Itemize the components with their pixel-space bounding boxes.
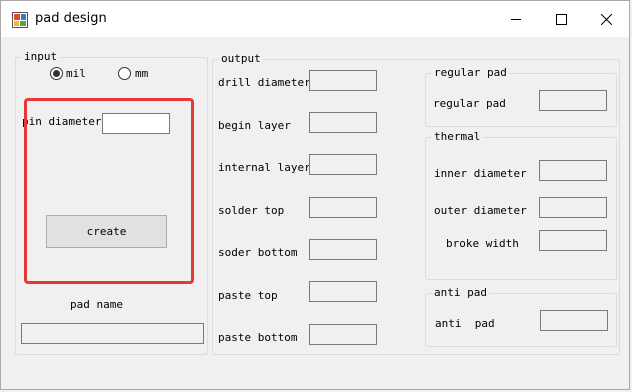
app-icon xyxy=(12,12,28,28)
solder-top-input[interactable] xyxy=(309,197,377,218)
begin-layer-input[interactable] xyxy=(309,112,377,133)
minimize-icon xyxy=(511,19,521,20)
maximize-button[interactable] xyxy=(538,1,584,37)
regular-pad-label: regular pad xyxy=(433,97,506,110)
soder-bottom-input[interactable] xyxy=(309,239,377,260)
thermal-group-label: thermal xyxy=(432,130,483,144)
internal-layer-label: internal layer xyxy=(218,161,311,174)
maximize-icon xyxy=(555,13,567,25)
broke-width-label: broke width xyxy=(446,237,519,250)
input-group-label: input xyxy=(22,50,60,64)
paste-top-label: paste top xyxy=(218,289,278,302)
close-button[interactable] xyxy=(583,1,629,37)
minimize-button[interactable] xyxy=(493,1,539,37)
title-bar: pad design xyxy=(1,1,629,37)
anti-pad-group-label: anti pad xyxy=(432,286,489,300)
pad-design-window: pad design input mil mm pin diameter cre… xyxy=(0,0,630,390)
solder-top-label: solder top xyxy=(218,204,285,217)
radio-mm-label: mm xyxy=(135,67,149,80)
close-icon xyxy=(600,13,612,25)
radio-mil[interactable] xyxy=(50,67,63,80)
paste-top-input[interactable] xyxy=(309,281,377,302)
regular-pad-input[interactable] xyxy=(539,90,607,111)
anti-pad-label: anti pad xyxy=(435,317,495,330)
inner-diameter-input[interactable] xyxy=(539,160,607,181)
window-title: pad design xyxy=(35,11,107,26)
outer-diameter-label: outer diameter xyxy=(434,204,527,217)
outer-diameter-input[interactable] xyxy=(539,197,607,218)
internal-layer-input[interactable] xyxy=(309,154,377,175)
broke-width-input[interactable] xyxy=(539,230,607,251)
anti-pad-input[interactable] xyxy=(540,310,608,331)
inner-diameter-label: inner diameter xyxy=(434,167,527,180)
regular-pad-group-label: regular pad xyxy=(432,66,509,80)
begin-layer-label: begin layer xyxy=(218,119,291,132)
soder-bottom-label: soder bottom xyxy=(218,246,298,259)
paste-bottom-input[interactable] xyxy=(309,324,377,345)
red-highlight-box xyxy=(24,98,194,284)
drill-diameter-input[interactable] xyxy=(309,70,377,91)
drill-diameter-label: drill diameter xyxy=(218,76,311,89)
paste-bottom-label: paste bottom xyxy=(218,331,298,344)
output-group-label: output xyxy=(219,52,263,66)
pad-name-input[interactable] xyxy=(21,323,204,344)
pad-name-label: pad name xyxy=(70,298,123,311)
radio-mm[interactable] xyxy=(118,67,131,80)
radio-mil-label: mil xyxy=(66,67,86,80)
